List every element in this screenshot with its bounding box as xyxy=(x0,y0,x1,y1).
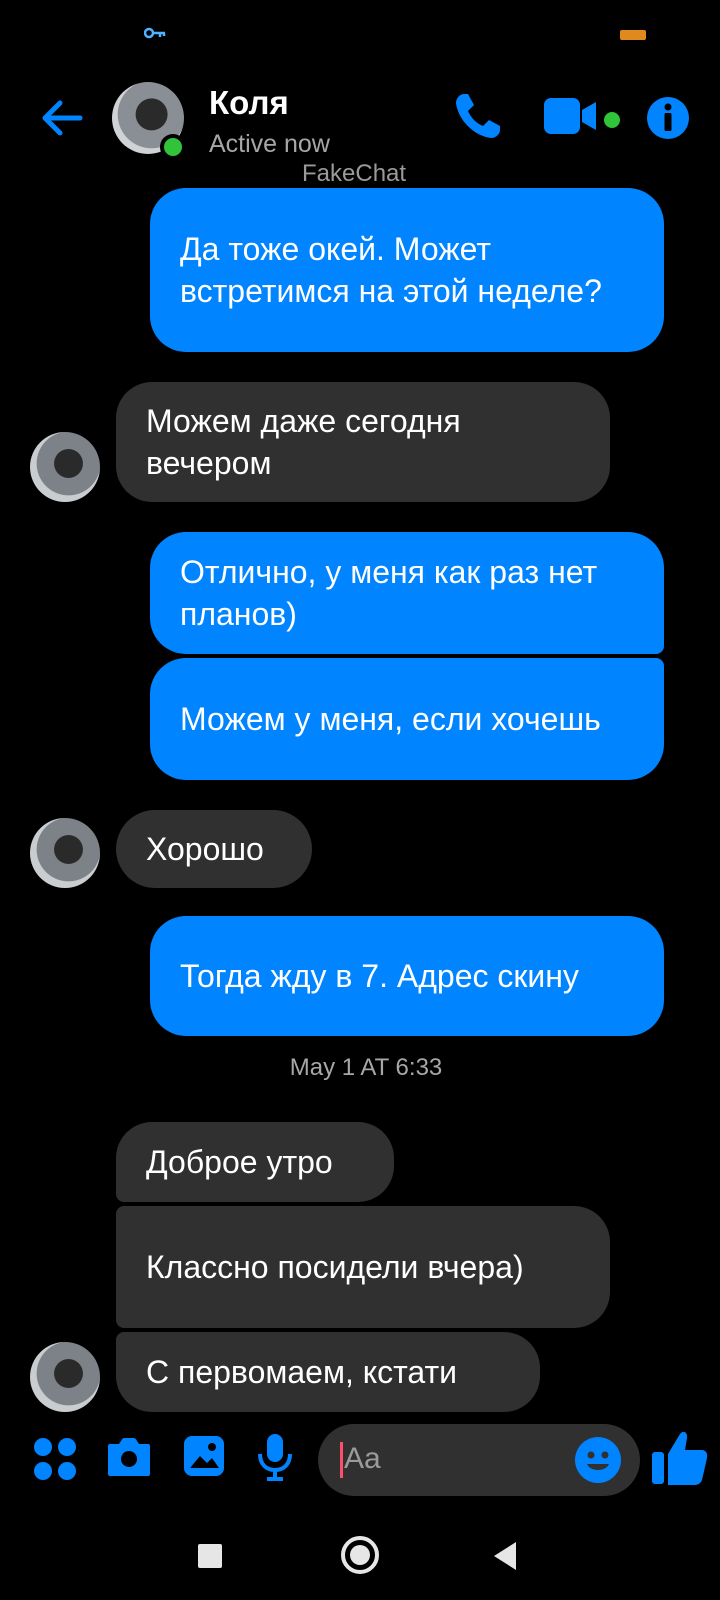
back-arrow-icon[interactable] xyxy=(38,94,86,142)
system-back-icon[interactable] xyxy=(494,1542,516,1570)
text-cursor xyxy=(340,1442,343,1478)
camera-icon[interactable] xyxy=(106,1436,152,1478)
contact-status: Active now xyxy=(209,130,330,158)
message-bubble-outgoing[interactable]: Да тоже окей. Может встретимся на этой н… xyxy=(150,188,664,352)
watermark-text: FakeChat xyxy=(302,160,407,187)
thumbs-up-icon[interactable] xyxy=(650,1428,710,1488)
message-text: Доброе утро xyxy=(146,1144,333,1180)
apps-grid-icon[interactable] xyxy=(32,1436,78,1482)
recent-apps-icon[interactable] xyxy=(198,1544,222,1568)
phone-icon[interactable] xyxy=(450,90,504,144)
contact-name[interactable]: Коля xyxy=(209,84,289,122)
microphone-icon[interactable] xyxy=(256,1432,294,1482)
message-text: Можем даже сегодня вечером xyxy=(146,403,461,481)
gallery-icon[interactable] xyxy=(182,1434,226,1478)
conversation-header: Коля Active now FakeChat xyxy=(0,72,720,187)
message-input-placeholder: Aa xyxy=(344,1442,381,1475)
video-camera-icon[interactable] xyxy=(544,94,600,138)
status-bar xyxy=(0,0,720,60)
message-text: Тогда жду в 7. Адрес скину xyxy=(180,958,579,994)
video-active-dot xyxy=(604,112,620,128)
message-text: Да тоже окей. Может встретимся на этой н… xyxy=(180,231,602,309)
message-bubble-incoming[interactable]: С первомаем, кстати xyxy=(116,1332,540,1412)
battery-icon xyxy=(620,30,646,40)
info-icon[interactable] xyxy=(646,96,690,140)
message-bubble-incoming[interactable]: Хорошо xyxy=(116,810,312,888)
online-status-dot xyxy=(160,134,186,160)
sender-avatar[interactable] xyxy=(30,818,100,888)
message-bubble-outgoing[interactable]: Отлично, у меня как раз нет планов) xyxy=(150,532,664,654)
message-bubble-outgoing[interactable]: Можем у меня, если хочешь xyxy=(150,658,664,780)
message-text: Хорошо xyxy=(146,831,264,867)
message-text: Отлично, у меня как раз нет планов) xyxy=(180,554,598,632)
message-text: Можем у меня, если хочешь xyxy=(180,701,601,737)
message-text: С первомаем, кстати xyxy=(146,1354,458,1390)
message-bubble-incoming[interactable]: Можем даже сегодня вечером xyxy=(116,382,610,502)
message-bubble-incoming[interactable]: Доброе утро xyxy=(116,1122,394,1202)
message-bubble-outgoing[interactable]: Тогда жду в 7. Адрес скину xyxy=(150,916,664,1036)
home-icon[interactable] xyxy=(341,1536,379,1574)
message-bubble-incoming[interactable]: Классно посидели вчера) xyxy=(116,1206,610,1328)
sender-avatar[interactable] xyxy=(30,432,100,502)
message-composer: Aa xyxy=(0,1420,720,1500)
message-input[interactable]: Aa xyxy=(318,1424,640,1496)
key-icon xyxy=(144,27,166,39)
system-nav-bar xyxy=(0,1516,720,1600)
timestamp-divider: May 1 AT 6:33 xyxy=(289,1054,443,1081)
message-text: Классно посидели вчера) xyxy=(146,1249,524,1285)
emoji-icon[interactable] xyxy=(574,1436,622,1484)
sender-avatar[interactable] xyxy=(30,1342,100,1412)
